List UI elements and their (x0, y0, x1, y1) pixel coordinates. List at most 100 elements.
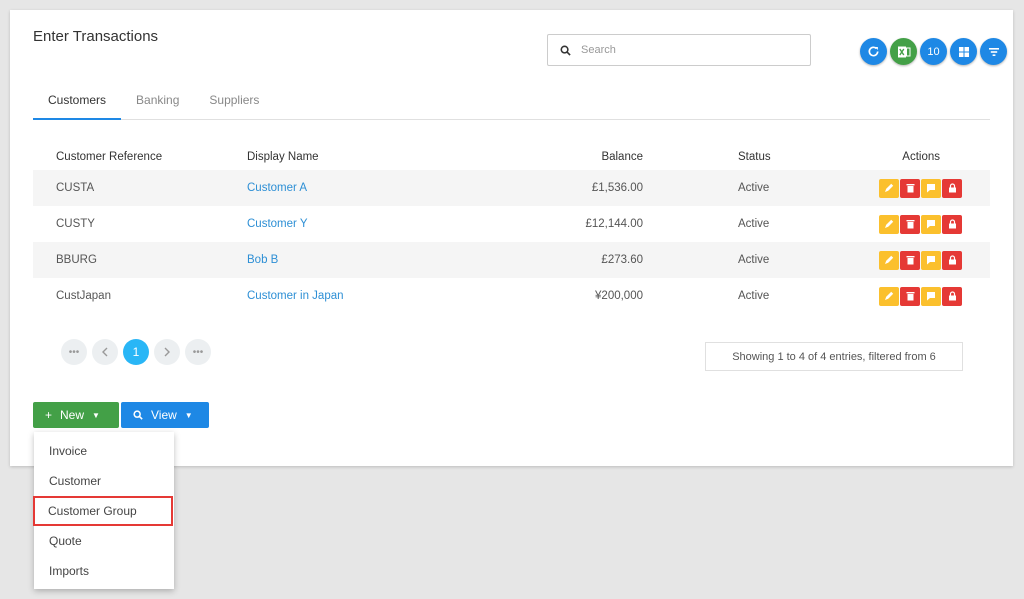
status: Active (738, 218, 770, 230)
table-row: CUSTY Customer Y £12,144.00 Active (33, 206, 990, 242)
first-page-button[interactable]: ••• (61, 339, 87, 365)
customer-reference: CUSTY (56, 218, 95, 230)
customer-reference: BBURG (33, 242, 247, 278)
trash-icon (906, 256, 914, 265)
search-icon (133, 410, 143, 420)
plus-icon: + (45, 408, 53, 422)
row-actions (879, 214, 962, 234)
new-button-label: New (60, 408, 85, 422)
toolbar: 10 (860, 38, 1007, 65)
column-header: Actions (902, 151, 940, 163)
view-dropdown-button[interactable]: View ▼ (121, 402, 209, 428)
customers-table: Customer Reference Display Name Balance … (33, 144, 990, 314)
filter-button[interactable] (980, 38, 1007, 65)
search-icon (560, 45, 571, 56)
comment-icon (927, 256, 935, 265)
menu-item-customer-group[interactable]: Customer Group (33, 496, 173, 526)
pagination: ••• 1 ••• (61, 339, 211, 365)
menu-item-customer[interactable]: Customer (34, 466, 174, 496)
lock-button[interactable] (942, 214, 962, 234)
pencil-icon (885, 183, 894, 192)
edit-button[interactable] (879, 214, 899, 234)
chevron-left-icon (102, 347, 108, 357)
entries-info: Showing 1 to 4 of 4 entries, filtered fr… (705, 342, 963, 371)
transactions-card: Enter Transactions 10 Customers Banking … (10, 10, 1013, 466)
balance: ¥200,000 (595, 290, 643, 302)
status: Active (738, 290, 770, 302)
refresh-button[interactable] (860, 38, 887, 65)
new-dropdown-menu: Invoice Customer Customer Group Quote Im… (33, 432, 174, 589)
column-header[interactable]: Balance (487, 144, 643, 170)
comment-icon (927, 292, 935, 301)
status: Active (643, 242, 823, 278)
next-page-button[interactable] (154, 339, 180, 365)
table-row: BBURG Bob B £273.60 Active (33, 242, 990, 278)
lock-icon (948, 291, 956, 301)
search-input[interactable] (581, 44, 781, 56)
edit-button[interactable] (879, 178, 899, 198)
table-header: Customer Reference Display Name Balance … (33, 144, 990, 170)
last-page-button[interactable]: ••• (185, 339, 211, 365)
customer-name-link[interactable]: Customer Y (247, 218, 308, 230)
ellipsis-icon: ••• (192, 346, 204, 358)
search-box[interactable] (547, 34, 811, 66)
column-header[interactable]: Customer Reference (33, 144, 247, 170)
pencil-icon (885, 291, 894, 300)
delete-button[interactable] (900, 178, 920, 198)
menu-item-quote[interactable]: Quote (34, 526, 174, 556)
row-actions (879, 250, 962, 270)
lock-icon (948, 219, 956, 229)
lock-button[interactable] (942, 250, 962, 270)
status: Active (643, 170, 823, 206)
columns-button[interactable] (950, 38, 977, 65)
comment-icon (927, 220, 935, 229)
edit-button[interactable] (879, 250, 899, 270)
menu-item-invoice[interactable]: Invoice (34, 436, 174, 466)
lock-icon (948, 183, 956, 193)
tab-bar: Customers Banking Suppliers (33, 90, 990, 120)
note-button[interactable] (921, 250, 941, 270)
excel-icon (897, 46, 910, 57)
new-dropdown-button[interactable]: + New ▼ (33, 402, 119, 428)
column-header[interactable]: Status (643, 144, 823, 170)
balance: £273.60 (487, 242, 643, 278)
tab-banking[interactable]: Banking (121, 90, 194, 120)
row-actions (879, 178, 962, 198)
lock-button[interactable] (942, 178, 962, 198)
chevron-right-icon (164, 347, 170, 357)
balance: £1,536.00 (487, 170, 643, 206)
tab-customers[interactable]: Customers (33, 90, 122, 120)
excel-export-button[interactable] (890, 38, 917, 65)
ellipsis-icon: ••• (68, 346, 80, 358)
page-button-current[interactable]: 1 (123, 339, 149, 365)
lock-button[interactable] (942, 286, 962, 306)
tab-suppliers[interactable]: Suppliers (194, 90, 274, 120)
delete-button[interactable] (900, 214, 920, 234)
caret-down-icon: ▼ (184, 410, 193, 420)
customer-name-link[interactable]: Customer in Japan (247, 290, 344, 302)
lock-icon (948, 255, 956, 265)
edit-button[interactable] (879, 286, 899, 306)
grid-icon (958, 46, 969, 57)
note-button[interactable] (921, 178, 941, 198)
trash-icon (906, 292, 914, 301)
comment-icon (927, 184, 935, 193)
customer-name-link[interactable]: Bob B (247, 254, 278, 266)
note-button[interactable] (921, 214, 941, 234)
column-header[interactable]: Display Name (247, 144, 487, 170)
delete-button[interactable] (900, 250, 920, 270)
balance: £12,144.00 (585, 218, 643, 230)
filter-icon (988, 47, 999, 56)
menu-item-imports[interactable]: Imports (34, 556, 174, 586)
page-size-button[interactable]: 10 (920, 38, 947, 65)
note-button[interactable] (921, 286, 941, 306)
prev-page-button[interactable] (92, 339, 118, 365)
trash-icon (906, 184, 914, 193)
table-row: CUSTA Customer A £1,536.00 Active (33, 170, 990, 206)
table-row: CustJapan Customer in Japan ¥200,000 Act… (33, 278, 990, 314)
refresh-icon (868, 46, 879, 57)
view-button-label: View (151, 408, 177, 422)
customer-name-link[interactable]: Customer A (247, 182, 307, 194)
delete-button[interactable] (900, 286, 920, 306)
customer-reference: CUSTA (33, 170, 247, 206)
